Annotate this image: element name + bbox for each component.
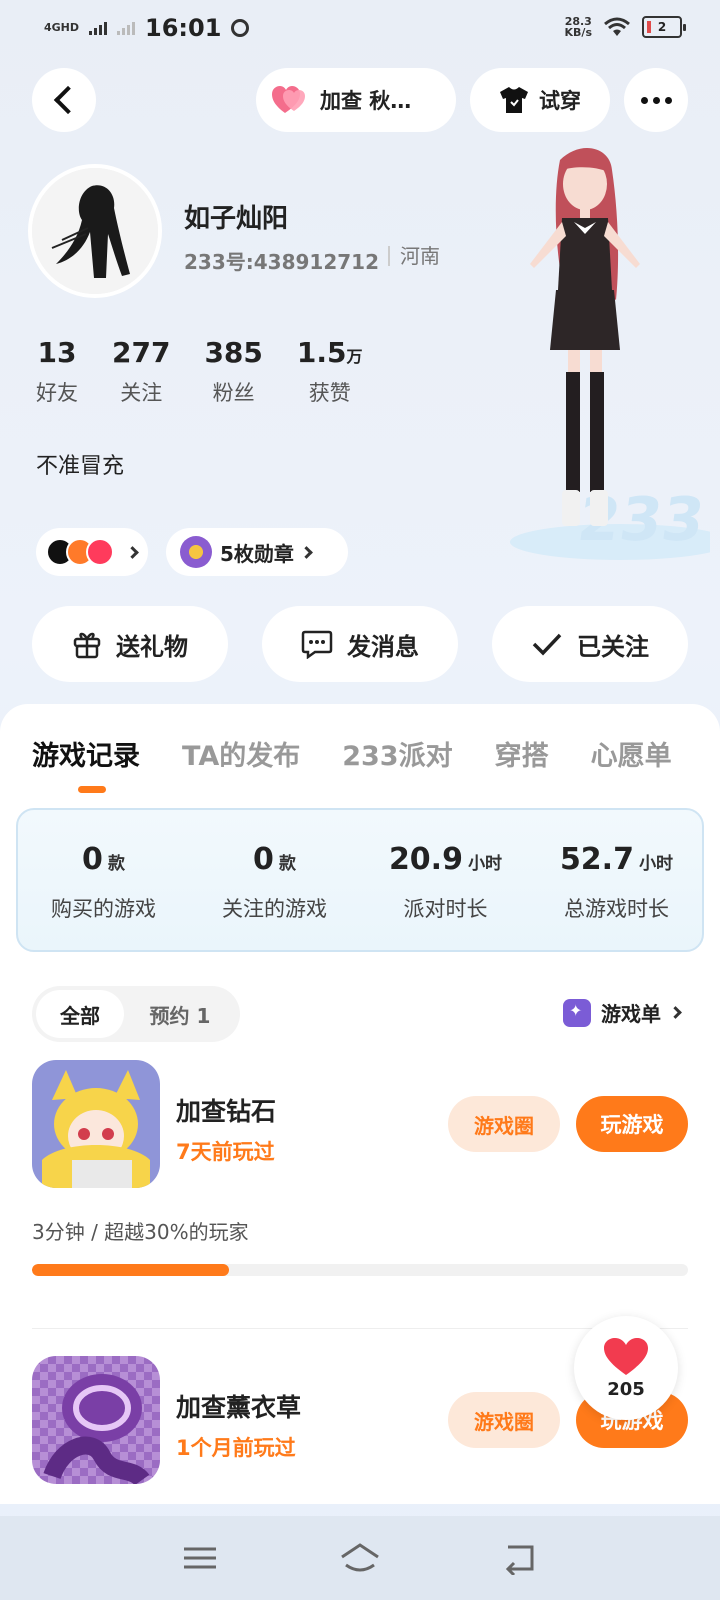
- notification-icon: [231, 19, 250, 37]
- summary-total-time: 52.7 小时 总游戏时长: [559, 842, 674, 921]
- favorite-game-label: 加查 秋…: [320, 89, 412, 113]
- heart-icon: [604, 1337, 648, 1375]
- check-icon: [532, 633, 562, 656]
- game-stats-summary: 0 款 购买的游戏 0 款 关注的游戏 20.9 小时 派对时长 52.7 小时…: [16, 808, 704, 952]
- game-name: 加查钻石: [176, 1097, 277, 1126]
- signal-2-icon: [117, 21, 136, 35]
- favorite-game-button[interactable]: 加查 秋…: [256, 68, 456, 132]
- wifi-icon: [604, 17, 630, 36]
- stat-fans[interactable]: 385 粉丝: [204, 336, 262, 407]
- message-icon: [301, 630, 333, 659]
- like-button[interactable]: 205: [574, 1316, 678, 1420]
- home-icon[interactable]: [338, 1541, 382, 1575]
- followed-button[interactable]: 已关注: [492, 606, 688, 682]
- game-icon: [32, 1356, 160, 1484]
- network-speed: 28.3 KB/s: [564, 15, 592, 39]
- send-gift-button[interactable]: 送礼物: [32, 606, 228, 682]
- tab-wishlist[interactable]: 心愿单: [591, 734, 672, 773]
- tab-game-records[interactable]: 游戏记录: [32, 734, 140, 773]
- username: 如子灿阳: [184, 204, 289, 234]
- summary-party-time: 20.9 小时 派对时长: [388, 842, 503, 921]
- send-message-button[interactable]: 发消息: [262, 606, 458, 682]
- status-bar: 4GHD 16:01 28.3 KB/s 2: [0, 0, 720, 56]
- game-circle-button[interactable]: 游戏圈: [448, 1096, 560, 1152]
- play-progress-fill: [32, 1264, 229, 1276]
- chevron-right-icon: [669, 1006, 682, 1019]
- tab-party[interactable]: 233派对: [342, 734, 452, 773]
- play-progress-bar: [32, 1264, 688, 1276]
- avatar-3d-character[interactable]: 233: [470, 140, 710, 570]
- tab-outfits[interactable]: 穿搭: [495, 734, 549, 773]
- shirt-icon: [500, 87, 528, 113]
- badges-button[interactable]: 5枚勋章: [166, 528, 348, 576]
- system-nav-bar: [0, 1516, 720, 1600]
- clock: 16:01: [145, 14, 222, 42]
- back-nav-icon[interactable]: [498, 1541, 542, 1575]
- play-time-rank: 3分钟 / 超越30%的玩家: [32, 1220, 249, 1244]
- xiaohongshu-icon: [86, 538, 114, 566]
- chevron-right-icon: [300, 545, 313, 559]
- avatar-image: [32, 168, 158, 294]
- user-bio: 不准冒充: [36, 454, 125, 479]
- play-game-button[interactable]: 玩游戏: [576, 1096, 688, 1152]
- battery-icon: 2: [642, 16, 686, 38]
- summary-followed-games[interactable]: 0 款 关注的游戏: [189, 810, 360, 950]
- signal-icon: [89, 21, 108, 35]
- network-indicator: 4GHD: [44, 21, 80, 34]
- sparkle-icon: [563, 998, 591, 1027]
- filter-all[interactable]: 全部: [36, 990, 124, 1038]
- user-id[interactable]: 233号:438912712: [184, 246, 379, 275]
- try-on-label: 试穿: [539, 89, 581, 113]
- last-played: 1个月前玩过: [176, 1436, 296, 1460]
- tab-indicator: [78, 786, 106, 793]
- menu-icon[interactable]: [178, 1541, 222, 1575]
- game-circle-button[interactable]: 游戏圈: [448, 1392, 560, 1448]
- more-button[interactable]: [624, 68, 688, 132]
- profile-tabs: 游戏记录 TA的发布 233派对 穿搭 心愿单: [32, 734, 672, 773]
- medal-icon: [180, 536, 212, 568]
- try-on-button[interactable]: 试穿: [470, 68, 610, 132]
- game-icon: [32, 1060, 160, 1188]
- summary-purchased[interactable]: 0 款 购买的游戏: [18, 810, 189, 950]
- stat-following[interactable]: 277 关注: [112, 336, 170, 407]
- linked-accounts[interactable]: [36, 528, 148, 576]
- profile-stats: 13 好友 277 关注 385 粉丝 1.5万 获赞: [36, 336, 363, 407]
- filter-reserved[interactable]: 预约 1: [124, 990, 236, 1038]
- game-name: 加查薰衣草: [176, 1393, 302, 1422]
- last-played: 7天前玩过: [176, 1140, 275, 1164]
- stat-likes[interactable]: 1.5万 获赞: [297, 336, 363, 407]
- heart-icon: [272, 86, 305, 113]
- game-filter: 全部 预约 1: [32, 986, 240, 1042]
- game-list-button[interactable]: 游戏单: [563, 998, 682, 1027]
- avatar[interactable]: [28, 164, 162, 298]
- back-button[interactable]: [32, 68, 96, 132]
- stat-friends[interactable]: 13 好友: [36, 336, 78, 407]
- chevron-right-icon: [126, 545, 139, 559]
- tab-posts[interactable]: TA的发布: [182, 734, 300, 773]
- gift-icon: [73, 632, 101, 659]
- divider: [32, 1328, 688, 1329]
- user-region: 河南: [388, 246, 440, 266]
